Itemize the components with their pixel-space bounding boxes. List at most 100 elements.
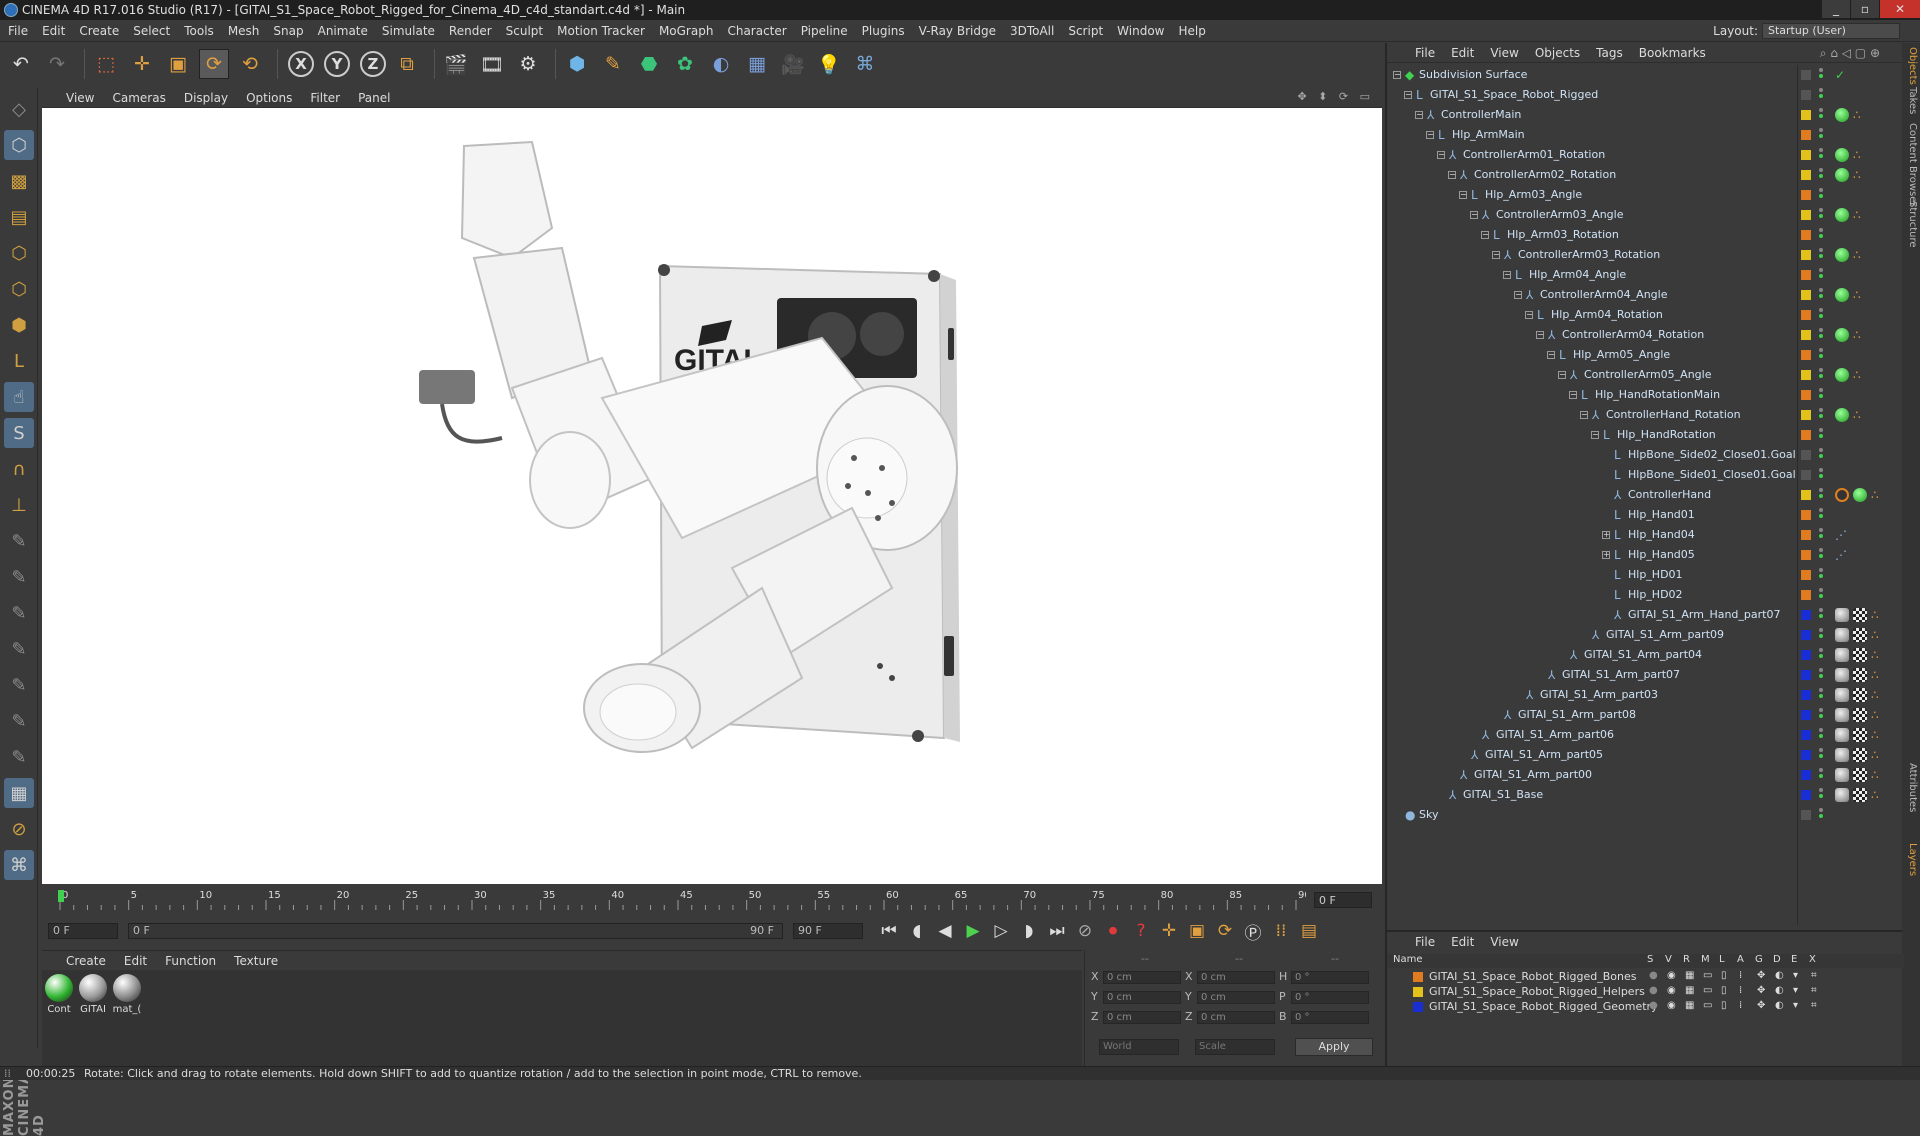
object-row[interactable]: − ⅄ ControllerArm04_Rotation ∴ (1387, 325, 1904, 345)
constraint-tag-icon[interactable]: ∴ (1871, 768, 1885, 782)
tree-expand-toggle[interactable]: − (1426, 131, 1434, 139)
object-row[interactable]: ⅄ GITAI_S1_Arm_part09 ∴ (1387, 625, 1904, 645)
object-row[interactable]: − ⅄ ControllerArm05_Angle ∴ (1387, 365, 1904, 385)
display-tag-icon[interactable] (1835, 288, 1849, 302)
layer-flag-icon[interactable]: ✥ (1757, 1000, 1765, 1011)
scale-select[interactable]: Scale (1195, 1039, 1275, 1055)
uvw-tag-icon[interactable] (1853, 728, 1867, 742)
visibility-dots[interactable] (1819, 128, 1824, 142)
object-row[interactable]: − ◆ Subdivision Surface ✓ (1387, 65, 1904, 85)
object-row[interactable]: ⅄ GITAI_S1_Base ∴ (1387, 785, 1904, 805)
object-row[interactable]: + L Hlp_Hand05 ⋰ (1387, 545, 1904, 565)
constraint-tag-icon[interactable]: ∴ (1853, 368, 1867, 382)
object-row[interactable]: − L Hlp_HandRotation (1387, 425, 1904, 445)
tree-expand-toggle[interactable]: − (1393, 71, 1401, 79)
smooth-tool-icon[interactable]: ✎ (4, 706, 34, 736)
visibility-dots[interactable] (1819, 448, 1824, 462)
layer-flag-icon[interactable]: ⁞ (1739, 985, 1742, 996)
tree-expand-toggle[interactable]: − (1437, 151, 1445, 159)
layer-row[interactable]: GITAI_S1_Space_Robot_Rigged_Bones ● ◉ ▦ ▭ ▯ ⁞ ✥… (1387, 970, 1904, 984)
constraint-tag-icon[interactable]: ∴ (1853, 288, 1867, 302)
visibility-dots[interactable] (1819, 268, 1824, 282)
coord-value-field[interactable]: 0 cm (1197, 991, 1275, 1004)
model-mode-icon[interactable]: ⬡ (4, 130, 34, 160)
layer-flag-icon[interactable]: ⁞ (1739, 1000, 1742, 1011)
layer-color-swatch[interactable] (1413, 972, 1423, 982)
magnet-icon[interactable]: ∩ (4, 454, 34, 484)
object-row[interactable]: L Hlp_HD02 (1387, 585, 1904, 605)
object-row[interactable]: + L Hlp_Hand04 ⋰ (1387, 525, 1904, 545)
layer-color-swatch[interactable] (1801, 310, 1811, 320)
layer-flag-icon[interactable]: ▦ (1685, 970, 1694, 981)
perspective-viewport[interactable]: GITAI (42, 108, 1382, 884)
protection-tag-icon[interactable] (1835, 488, 1849, 502)
layer-color-swatch[interactable] (1801, 550, 1811, 560)
subdivision-generator-icon[interactable]: ⬣ (634, 49, 664, 79)
layer-color-swatch[interactable] (1801, 390, 1811, 400)
y-axis-lock-icon[interactable]: Y (324, 51, 350, 77)
object-row[interactable]: ⅄ ControllerHand ∴ (1387, 485, 1904, 505)
visibility-dots[interactable] (1819, 768, 1824, 782)
texture-tag-icon[interactable] (1835, 728, 1849, 742)
visibility-dots[interactable] (1819, 588, 1824, 602)
joint-tool-icon[interactable]: ⊥ (4, 490, 34, 520)
object-row[interactable]: − L Hlp_Arm05_Angle (1387, 345, 1904, 365)
object-row[interactable]: − ⅄ ControllerHand_Rotation ∴ (1387, 405, 1904, 425)
visibility-dots[interactable] (1819, 528, 1824, 542)
layer-flag-icon[interactable]: ⁞ (1739, 970, 1742, 981)
layer-empty-swatch[interactable] (1801, 810, 1811, 820)
display-tag-icon[interactable] (1835, 248, 1849, 262)
end-frame-field[interactable]: 90 F (793, 923, 863, 939)
constraint-tag-icon[interactable]: ∴ (1853, 248, 1867, 262)
layer-color-swatch[interactable] (1801, 510, 1811, 520)
coord-value-field[interactable]: 0 cm (1197, 1011, 1275, 1024)
material-menu-create[interactable]: Create (66, 954, 106, 968)
coord-value-field[interactable]: 0 cm (1103, 1011, 1181, 1024)
layer-color-swatch[interactable] (1801, 670, 1811, 680)
layer-flag-icon[interactable]: ◉ (1667, 1000, 1676, 1011)
ik-tag-icon[interactable]: ⋰ (1835, 548, 1849, 562)
viewport-menu-view[interactable]: View (66, 91, 94, 105)
redo-icon[interactable]: ↷ (42, 49, 72, 79)
lock-workplane-icon[interactable]: ⊘ (4, 814, 34, 844)
display-tag-icon[interactable] (1835, 148, 1849, 162)
object-menu-bookmarks[interactable]: Bookmarks (1639, 46, 1706, 60)
layer-color-swatch[interactable] (1801, 130, 1811, 140)
key-scale-icon[interactable]: ▣ (1185, 919, 1209, 943)
texture-tag-icon[interactable] (1835, 788, 1849, 802)
menu-3dtoall[interactable]: 3DToAll (1010, 24, 1054, 38)
object-menu-file[interactable]: File (1415, 46, 1435, 60)
constraint-tag-icon[interactable]: ∴ (1871, 748, 1885, 762)
menu-edit[interactable]: Edit (42, 24, 65, 38)
layer-color-swatch[interactable] (1801, 170, 1811, 180)
viewport-menu-display[interactable]: Display (184, 91, 228, 105)
constraint-tag-icon[interactable]: ∴ (1871, 648, 1885, 662)
floor-scene-icon[interactable]: ▦ (742, 49, 772, 79)
layer-color-swatch[interactable] (1801, 730, 1811, 740)
previous-key-icon[interactable]: ◖ (905, 919, 929, 943)
material-menu-function[interactable]: Function (165, 954, 216, 968)
undo-icon[interactable]: ↶ (6, 49, 36, 79)
uvw-tag-icon[interactable] (1853, 608, 1867, 622)
material-menu-edit[interactable]: Edit (124, 954, 147, 968)
pen-spline-icon[interactable]: ✎ (598, 49, 628, 79)
visibility-dots[interactable] (1819, 188, 1824, 202)
coord-value-field[interactable]: 0 cm (1103, 991, 1181, 1004)
object-row[interactable]: ⅄ GITAI_S1_Arm_Hand_part07 ∴ (1387, 605, 1904, 625)
menu-sculpt[interactable]: Sculpt (506, 24, 543, 38)
object-row[interactable]: ⅄ GITAI_S1_Arm_part07 ∴ (1387, 665, 1904, 685)
object-row[interactable]: − L Hlp_Arm04_Angle (1387, 265, 1904, 285)
coord-value-field[interactable]: 0 ° (1291, 971, 1369, 984)
layer-color-swatch[interactable] (1801, 710, 1811, 720)
play-icon[interactable]: ▶ (961, 919, 985, 943)
object-row[interactable]: ⅄ GITAI_S1_Arm_part04 ∴ (1387, 645, 1904, 665)
tree-expand-toggle[interactable]: − (1525, 311, 1533, 319)
layer-flag-icon[interactable]: ◐ (1775, 985, 1784, 996)
layer-color-swatch[interactable] (1801, 570, 1811, 580)
layer-flag-icon[interactable]: ▾ (1793, 985, 1798, 996)
render-view-icon[interactable]: 🎬 (441, 49, 471, 79)
layer-empty-swatch[interactable] (1801, 450, 1811, 460)
keyframe-selection-icon[interactable]: ? (1129, 919, 1153, 943)
layer-flag-icon[interactable]: ▭ (1703, 985, 1712, 996)
uvw-tag-icon[interactable] (1853, 748, 1867, 762)
